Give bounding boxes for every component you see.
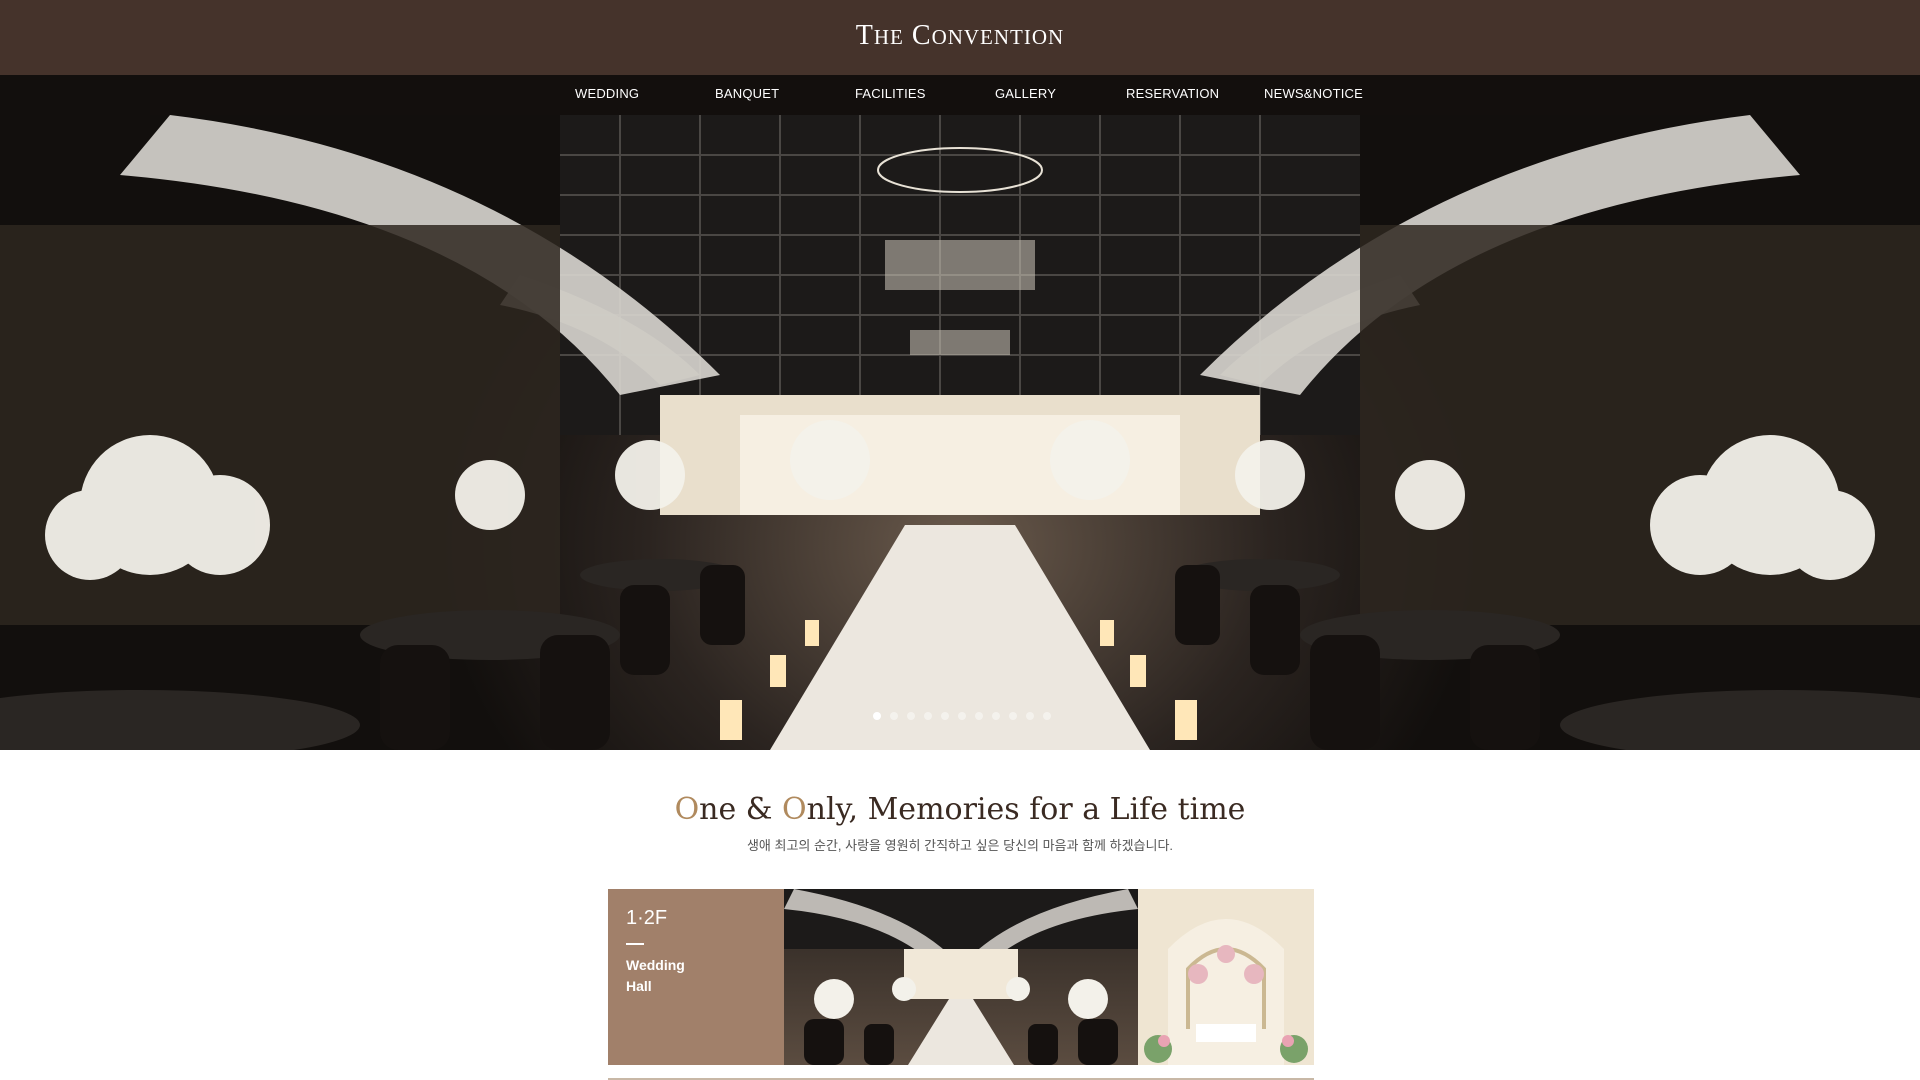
hall-card-divider xyxy=(626,943,644,945)
main-navigation: WEDDING BANQUET FACILITIES GALLERY RESER… xyxy=(0,75,1920,115)
nav-item-facilities[interactable]: FACILITIES xyxy=(855,86,926,101)
wedding-hall-illustration xyxy=(0,115,1920,750)
tagline-accent-o: O xyxy=(782,792,807,827)
hall-card-info: 1·2F Wedding Hall xyxy=(608,889,784,1065)
slider-dot[interactable] xyxy=(1009,712,1017,720)
slider-dot[interactable] xyxy=(992,712,1000,720)
hall-photo-illustration xyxy=(784,889,1138,1065)
top-header-bar: THE CONVENTION xyxy=(0,0,1920,75)
intro-tagline: One & Only, Memories for a Life time xyxy=(0,792,1920,827)
hall-title: Wedding Hall xyxy=(626,955,766,997)
slider-dot[interactable] xyxy=(873,712,881,720)
slider-dot[interactable] xyxy=(907,712,915,720)
tagline-accent-o: O xyxy=(674,792,700,827)
logo-letter-t: T xyxy=(855,20,874,51)
logo-letters-onvention: ONVENTION xyxy=(931,25,1065,49)
site-logo[interactable]: THE CONVENTION xyxy=(0,20,1920,52)
nav-item-gallery[interactable]: GALLERY xyxy=(995,86,1056,101)
hall-title-line2: Hall xyxy=(626,978,652,994)
slider-dot[interactable] xyxy=(975,712,983,720)
slider-dot[interactable] xyxy=(924,712,932,720)
hall-floor-label: 1·2F xyxy=(626,907,668,929)
hall-photo-stage[interactable] xyxy=(1138,889,1314,1065)
tagline-text: ne & xyxy=(699,792,783,827)
hall-photo-main[interactable] xyxy=(784,889,1138,1065)
hall-card[interactable]: 1·2F Wedding Hall xyxy=(608,889,1314,1065)
slider-dot[interactable] xyxy=(941,712,949,720)
logo-letter-c: C xyxy=(911,20,932,51)
slider-dot[interactable] xyxy=(958,712,966,720)
stage-photo-illustration xyxy=(1144,919,1308,1065)
nav-background xyxy=(150,75,1710,115)
slider-dot[interactable] xyxy=(1043,712,1051,720)
slider-dot[interactable] xyxy=(890,712,898,720)
tagline-text: nly, Memories for a Life time xyxy=(806,792,1246,827)
hall-title-line1: Wedding xyxy=(626,957,685,973)
hero-banner-image xyxy=(0,75,1920,750)
nav-item-news-notice[interactable]: NEWS&NOTICE xyxy=(1264,86,1363,101)
slider-pagination xyxy=(0,712,1920,722)
logo-letters-he: HE xyxy=(873,25,904,49)
intro-subtitle: 생애 최고의 순간, 사랑을 영원히 간직하고 싶은 당신의 마음과 함께 하겠… xyxy=(746,838,1174,853)
nav-item-reservation[interactable]: RESERVATION xyxy=(1126,86,1219,101)
nav-item-wedding[interactable]: WEDDING xyxy=(575,86,639,101)
nav-item-banquet[interactable]: BANQUET xyxy=(715,86,779,101)
slider-dot[interactable] xyxy=(1026,712,1034,720)
